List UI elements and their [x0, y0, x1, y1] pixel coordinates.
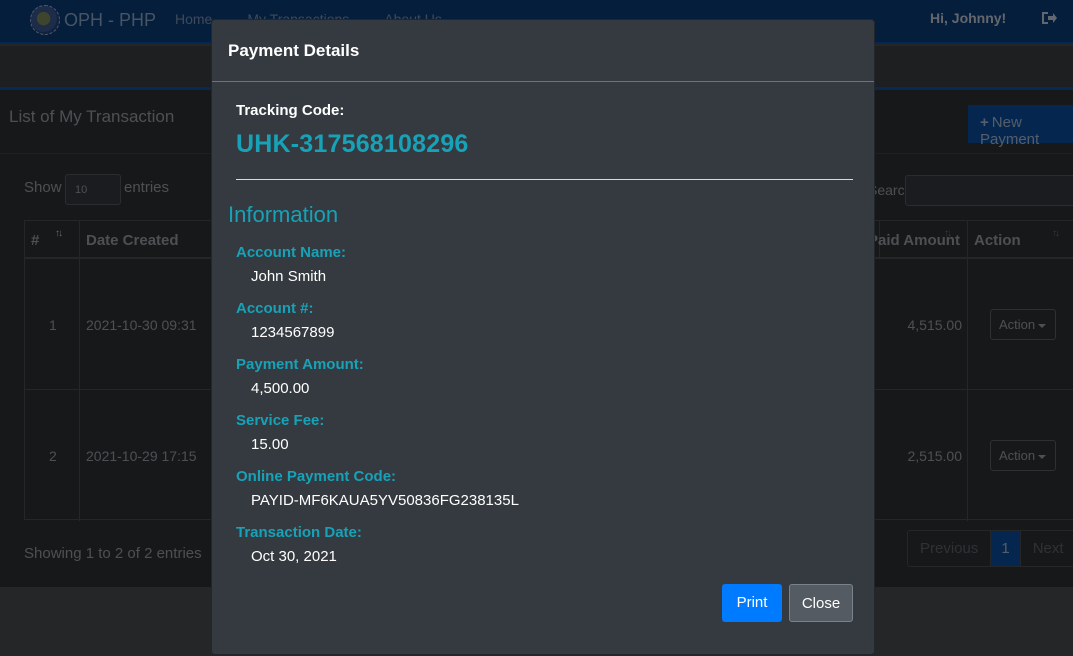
- payment-amount-value: 4,500.00: [251, 380, 310, 397]
- information-heading: Information: [228, 202, 339, 227]
- print-button[interactable]: Print: [722, 584, 782, 622]
- service-fee-label: Service Fee:: [236, 412, 325, 429]
- modal-header: Payment Details: [212, 20, 874, 82]
- transaction-date-value: Oct 30, 2021: [251, 548, 337, 565]
- tracking-code-label: Tracking Code:: [236, 102, 345, 119]
- service-fee-value: 15.00: [251, 436, 289, 453]
- account-number-label: Account #:: [236, 300, 314, 317]
- tracking-code-value: UHK-317568108296: [236, 130, 469, 158]
- online-payment-code-value: PAYID-MF6KAUA5YV50836FG238135L: [251, 492, 519, 509]
- close-button[interactable]: Close: [789, 584, 853, 622]
- divider: [236, 179, 853, 180]
- online-payment-code-label: Online Payment Code:: [236, 468, 397, 485]
- account-name-label: Account Name:: [236, 244, 347, 261]
- modal-title: Payment Details: [228, 41, 360, 60]
- payment-details-modal: Payment Details Tracking Code: UHK-31756…: [211, 19, 875, 655]
- transaction-date-label: Transaction Date:: [236, 524, 362, 541]
- account-name-value: John Smith: [251, 268, 327, 285]
- account-number-value: 1234567899: [251, 324, 335, 341]
- payment-amount-label: Payment Amount:: [236, 356, 364, 373]
